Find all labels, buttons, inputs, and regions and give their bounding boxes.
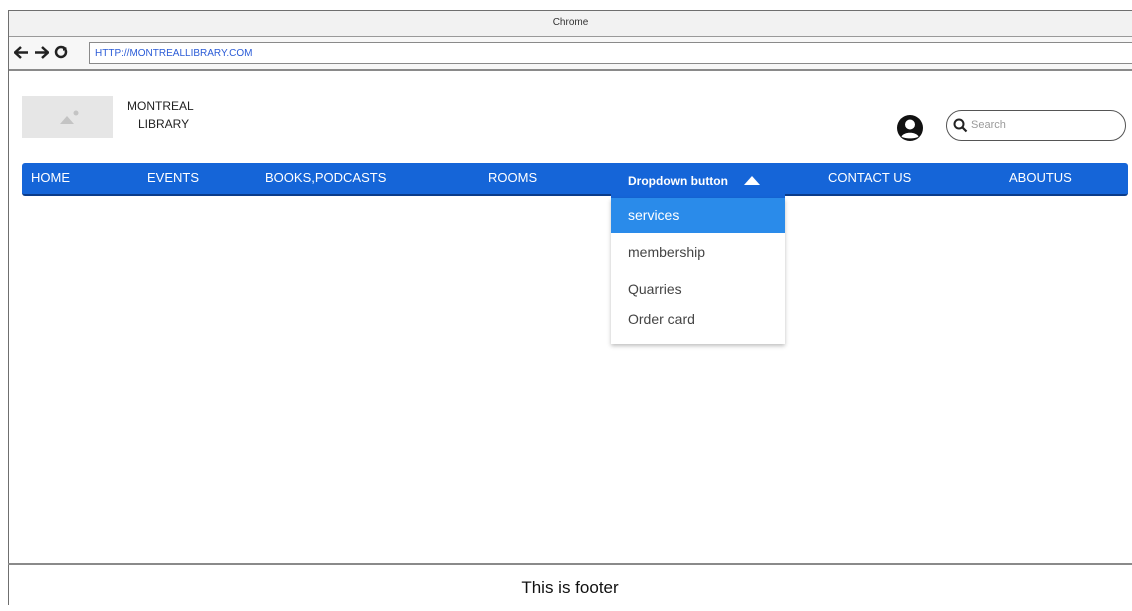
dropdown-item-order-card[interactable]: Order card (611, 311, 785, 327)
reload-icon[interactable] (53, 44, 69, 60)
user-account-icon[interactable] (896, 114, 924, 142)
main-navbar: HOME EVENTS BOOKS,PODCASTS ROOMS CONTACT… (22, 163, 1128, 196)
image-icon (60, 110, 79, 124)
search-input[interactable] (971, 115, 1111, 135)
search-icon (953, 118, 968, 133)
forward-arrow-icon[interactable] (33, 44, 49, 60)
dropdown-menu: services membership Quarries Order card (611, 198, 785, 344)
nav-item-rooms[interactable]: ROOMS (488, 170, 537, 185)
nav-item-books-podcasts[interactable]: BOOKS,PODCASTS (265, 170, 386, 185)
window-title: Chrome (552, 17, 589, 28)
search-box[interactable] (946, 110, 1126, 141)
brand-line-1: MONTREAL (127, 99, 194, 113)
nav-item-home[interactable]: HOME (31, 170, 70, 185)
dropdown-item-membership[interactable]: membership (611, 244, 785, 260)
dropdown-item-services[interactable]: services (611, 198, 785, 233)
nav-item-about-us[interactable]: ABOUTUS (1009, 170, 1072, 185)
nav-item-events[interactable]: EVENTS (147, 170, 199, 185)
nav-item-contact-us[interactable]: CONTACT US (828, 170, 911, 185)
logo-image-placeholder (22, 96, 113, 138)
brand-line-2: LIBRARY (138, 117, 190, 131)
dropdown-button-label: Dropdown button (628, 173, 728, 188)
library-name: MONTREAL LIBRARY (127, 97, 194, 133)
back-arrow-icon[interactable] (13, 44, 29, 60)
caret-up-icon (743, 176, 760, 185)
page-footer: This is footer (521, 578, 619, 597)
dropdown-item-quarries[interactable]: Quarries (611, 281, 785, 297)
address-bar: HTTP://MONTREALLIBRARY.COM (9, 37, 1132, 71)
browser-titlebar: Chrome (9, 11, 1132, 37)
dropdown-button[interactable]: Dropdown button (611, 163, 785, 198)
url-input[interactable]: HTTP://MONTREALLIBRARY.COM (89, 42, 1132, 64)
